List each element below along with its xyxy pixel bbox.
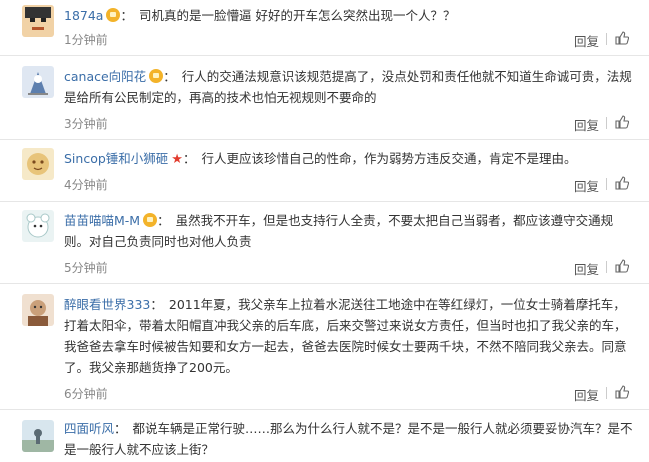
reply-button[interactable]: 回复: [574, 31, 599, 50]
comment-body: 1874a：司机真的是一脸懵逼 好好的开车怎么突然出现一个人？？: [64, 8, 456, 23]
username-link[interactable]: Sincop锤和小狮砸: [64, 151, 168, 166]
comment-text: 行人更应该珍惜自己的性命，作为弱势方违反交通，肯定不是理由。: [201, 151, 577, 166]
username-link[interactable]: 醉眼看世界333: [64, 297, 150, 312]
comment-item: canace向阳花：行人的交通法规意识该规范提高了，没点处罚和责任他就不知道生命…: [0, 56, 649, 140]
comment-list: 1874a：司机真的是一脸懵逼 好好的开车怎么突然出现一个人？？ 1分钟前 回复…: [0, 0, 649, 462]
timestamp: 4分钟前: [64, 178, 108, 192]
crown-icon: [149, 69, 164, 83]
comment-item: 四面听风： 都说车辆是正常行驶……那么为什么行人就不是？是不是一般行人就必须要妥协…: [0, 410, 649, 462]
reply-button[interactable]: 回复: [574, 176, 599, 195]
comment-item: Sincop锤和小狮砸 ★： 行人更应该珍惜自己的性命，作为弱势方违反交通，肯定不是…: [0, 140, 649, 202]
timestamp: 6分钟前: [64, 387, 108, 401]
thumbs-up-icon[interactable]: [615, 385, 629, 399]
comment-body: Sincop锤和小狮砸 ★： 行人更应该珍惜自己的性命，作为弱势方违反交通，肯定不是…: [64, 151, 577, 167]
avatar[interactable]: [22, 5, 54, 37]
comment-body: 四面听风： 都说车辆是正常行驶……那么为什么行人就不是？是不是一般行人就必须要妥协…: [64, 421, 633, 457]
crown-icon: [106, 8, 121, 22]
comment-text: 司机真的是一脸懵逼 好好的开车怎么突然出现一个人？？: [139, 8, 456, 23]
timestamp: 3分钟前: [64, 117, 108, 131]
crown-icon: [143, 213, 158, 227]
comment-body: 苗苗喵喵M-M：虽然我不开车，但是也支持行人全责，不要太把自己当弱者，都应该遵守…: [64, 213, 614, 249]
star-icon: ★: [171, 152, 183, 167]
comment-text: 都说车辆是正常行驶……那么为什么行人就不是？是不是一般行人就必须要妥协汽车？是不…: [64, 421, 633, 457]
avatar[interactable]: [22, 210, 54, 242]
timestamp: 1分钟前: [64, 33, 108, 47]
timestamp: 5分钟前: [64, 261, 108, 275]
avatar[interactable]: [22, 66, 54, 98]
comment-item: 苗苗喵喵M-M：虽然我不开车，但是也支持行人全责，不要太把自己当弱者，都应该遵守…: [0, 202, 649, 284]
comment-body: canace向阳花：行人的交通法规意识该规范提高了，没点处罚和责任他就不知道生命…: [64, 69, 632, 105]
thumbs-up-icon[interactable]: [615, 259, 629, 273]
avatar[interactable]: [22, 148, 54, 180]
reply-button[interactable]: 回复: [574, 259, 599, 278]
comment-item: 醉眼看世界333： 2011年夏，我父亲车上拉着水泥送往工地途中在等红绿灯，一位女…: [0, 284, 649, 410]
reply-button[interactable]: 回复: [574, 115, 599, 134]
username-link[interactable]: 四面听风: [64, 421, 114, 436]
reply-button[interactable]: 回复: [574, 385, 599, 404]
avatar[interactable]: [22, 294, 54, 326]
comment-body: 醉眼看世界333： 2011年夏，我父亲车上拉着水泥送往工地途中在等红绿灯，一位女…: [64, 297, 627, 375]
username-link[interactable]: 苗苗喵喵M-M: [64, 213, 140, 228]
thumbs-up-icon[interactable]: [615, 115, 629, 129]
avatar[interactable]: [22, 420, 54, 452]
username-link[interactable]: canace向阳花: [64, 69, 146, 84]
username-link[interactable]: 1874a: [64, 8, 103, 23]
thumbs-up-icon[interactable]: [615, 31, 629, 45]
thumbs-up-icon[interactable]: [615, 176, 629, 190]
comment-item: 1874a：司机真的是一脸懵逼 好好的开车怎么突然出现一个人？？ 1分钟前 回复: [0, 0, 649, 56]
